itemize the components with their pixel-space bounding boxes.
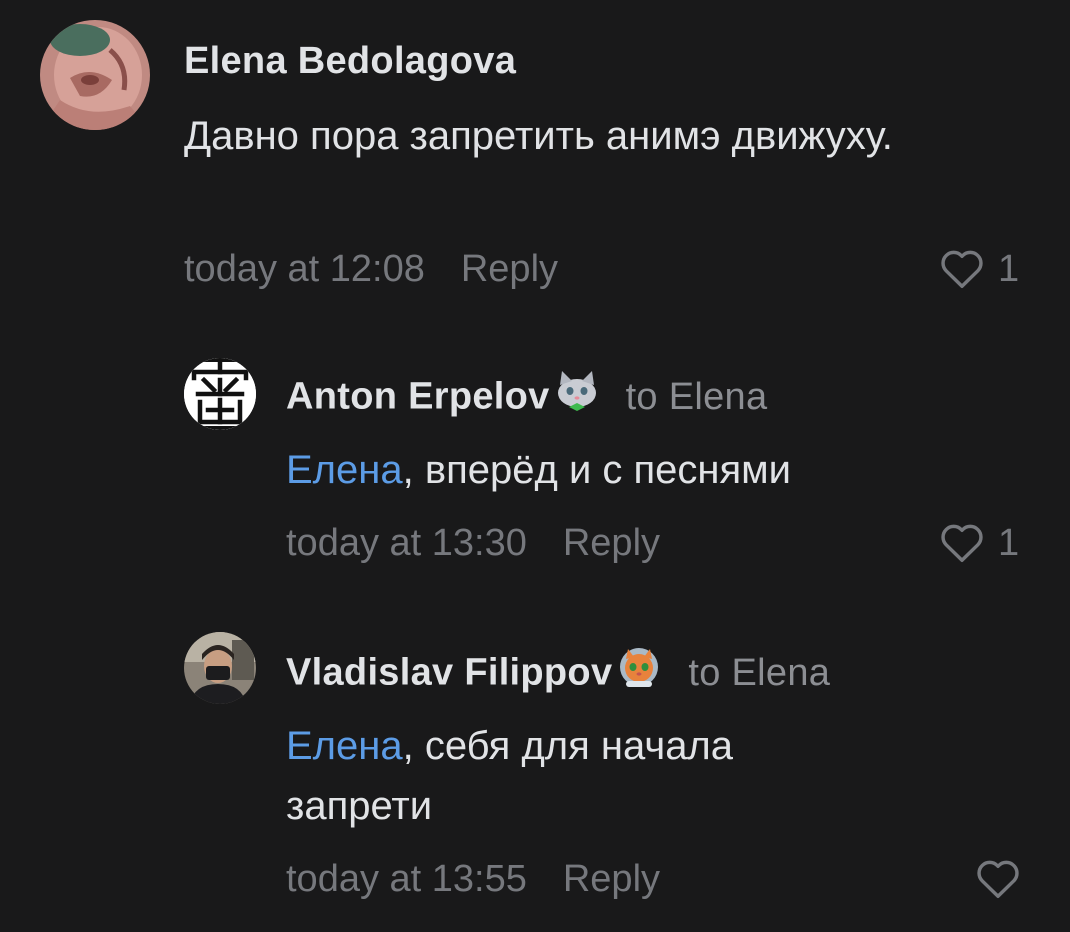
like-button[interactable]: [976, 856, 1020, 902]
author-name-text[interactable]: Vladislav Filippov: [286, 652, 612, 694]
comment-meta: today at 13:55 Reply: [286, 856, 660, 902]
comment-text: Елена, себя для начала запрети: [286, 716, 886, 836]
comment: Vladislav Filippov to Elena Елена, себя …: [0, 0, 1070, 932]
avatar[interactable]: [184, 632, 256, 704]
reply-button[interactable]: Reply: [563, 858, 660, 900]
author-name[interactable]: Vladislav Filippov to Elena: [286, 648, 830, 701]
timestamp: today at 13:55: [286, 858, 527, 900]
heart-icon: [977, 860, 1019, 898]
avatar-photo-icon: [184, 632, 256, 704]
mention-link[interactable]: Елена: [286, 724, 403, 768]
comment-thread: Elena Bedolagova Давно пора запретить ан…: [0, 0, 1070, 932]
reply-to[interactable]: to Elena: [688, 652, 830, 694]
cat-astronaut-emoji-icon: [616, 645, 662, 698]
